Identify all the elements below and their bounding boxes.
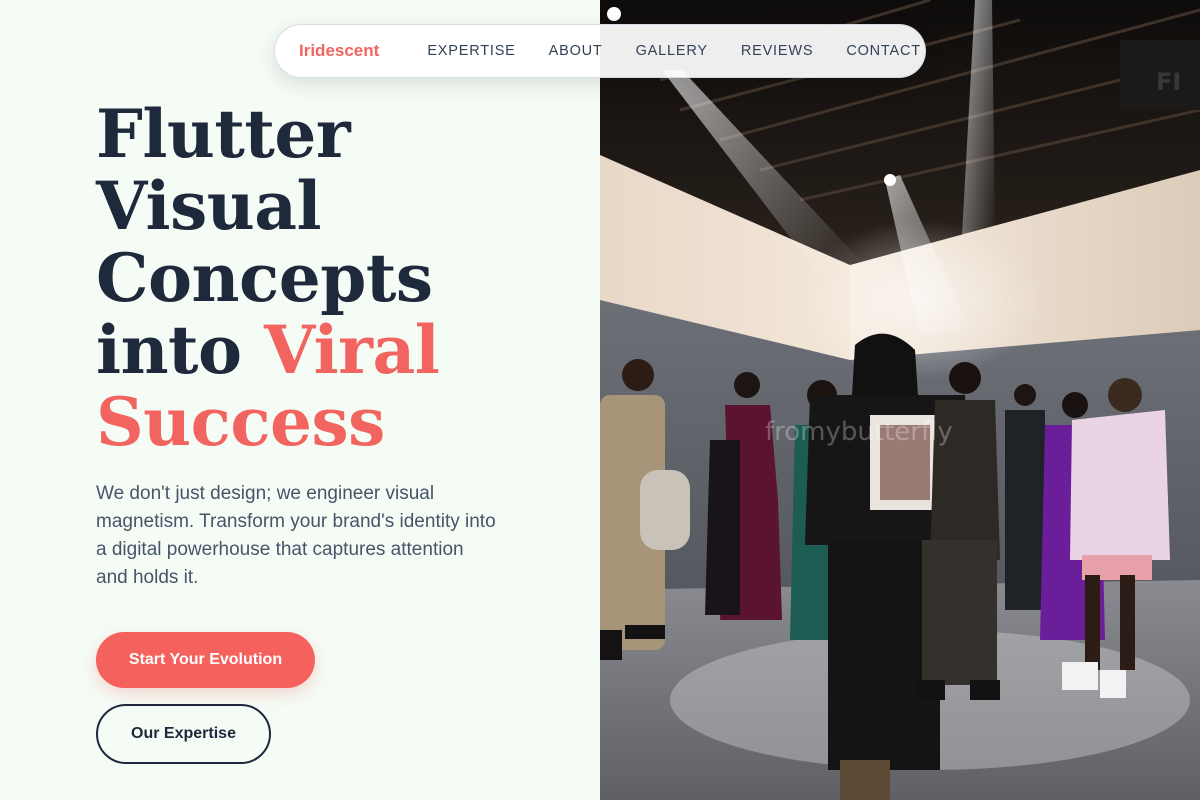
headline-line-2: Visual [96, 167, 322, 245]
hero-headline: Flutter Visual Concepts into Viral Succe… [96, 95, 440, 461]
brand-logo[interactable]: Iridescent [299, 41, 379, 61]
hero-lead-paragraph: We don't just design; we engineer visual… [96, 483, 496, 588]
headline-line-4: into Viral [96, 311, 440, 389]
headline-plain-text: into [96, 311, 265, 389]
our-expertise-button[interactable]: Our Expertise [96, 704, 271, 764]
headline-line-5: Success [96, 383, 385, 461]
landing-page: Flutter Visual Concepts into Viral Succe… [0, 0, 1200, 800]
fashion-show-photo: FI fromybutterfly [600, 0, 1200, 800]
hero-photo: FI fromybutterfly [600, 0, 1200, 800]
top-navigation: Iridescent EXPERTISE ABOUT GALLERY REVIE… [274, 24, 926, 78]
headline-line-3: Concepts [96, 239, 433, 317]
headline-accent-text: Viral [264, 311, 440, 389]
start-evolution-button[interactable]: Start Your Evolution [96, 632, 315, 688]
nav-link-contact[interactable]: CONTACT [846, 43, 921, 59]
nav-link-about[interactable]: ABOUT [549, 43, 603, 59]
nav-link-reviews[interactable]: REVIEWS [741, 43, 813, 59]
headline-line-1: Flutter [96, 95, 351, 173]
nav-link-gallery[interactable]: GALLERY [636, 43, 708, 59]
nav-link-expertise[interactable]: EXPERTISE [427, 43, 515, 59]
svg-text:FI: FI [1156, 68, 1181, 96]
photo-watermark: fromybutterfly [765, 417, 953, 447]
hero-section: Flutter Visual Concepts into Viral Succe… [0, 0, 600, 800]
